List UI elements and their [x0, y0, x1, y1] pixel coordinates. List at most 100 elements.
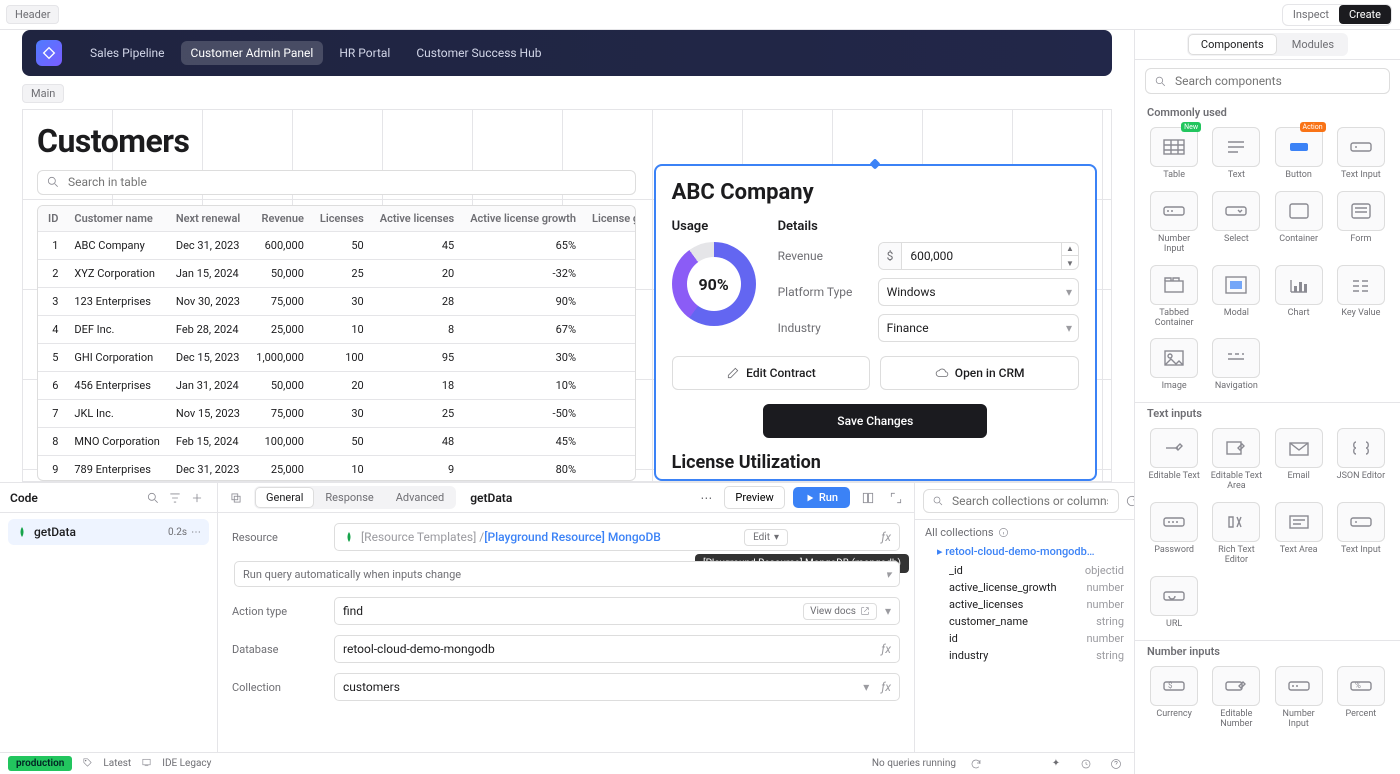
component-tile[interactable]: Modal	[1209, 265, 1263, 329]
table-row[interactable]: 3123 EnterprisesNov 30, 202375,000302890…	[38, 287, 636, 315]
component-tile[interactable]: Navigation	[1209, 338, 1263, 392]
preview-button[interactable]: Preview	[724, 486, 784, 509]
refresh-icon[interactable]	[966, 754, 986, 774]
fx-icon[interactable]: ƒx	[875, 642, 891, 656]
inspector-search[interactable]	[1145, 68, 1390, 94]
component-tile[interactable]: Editable Number	[1209, 666, 1263, 730]
component-tile[interactable]: Number Input	[1147, 191, 1201, 255]
component-tile[interactable]: ActionButton	[1272, 127, 1326, 181]
schema-field[interactable]: customer_namestring	[925, 613, 1124, 630]
table-row[interactable]: 9789 EnterprisesDec 31, 202325,00010980%…	[38, 455, 636, 481]
resource-field[interactable]: [Resource Templates] / [Playground Resou…	[334, 523, 900, 551]
fx-icon[interactable]: ƒx	[875, 680, 891, 694]
tab-general[interactable]: General	[256, 488, 313, 507]
schema-field[interactable]: active_license_growthnumber	[925, 579, 1124, 596]
table-col-header[interactable]: License growth	[584, 206, 636, 232]
schema-field[interactable]: industrystring	[925, 647, 1124, 664]
collection-field[interactable]: customers ▾ ƒx	[334, 673, 900, 701]
sparkle-icon[interactable]: ✦	[1046, 754, 1066, 774]
database-field[interactable]: retool-cloud-demo-mongodb ƒx	[334, 635, 900, 663]
table-col-header[interactable]: Active license growth	[462, 206, 584, 232]
component-tile[interactable]: Image	[1147, 338, 1201, 392]
search-icon[interactable]	[143, 488, 163, 508]
component-tile[interactable]: Text Input	[1334, 127, 1388, 181]
component-tile[interactable]: URL	[1147, 576, 1201, 630]
component-tile[interactable]: $Currency	[1147, 666, 1201, 730]
tab-modules[interactable]: Modules	[1280, 35, 1346, 54]
revenue-stepper[interactable]: ▲▼	[1061, 242, 1078, 270]
action-type-field[interactable]: find View docs ▾	[334, 597, 900, 625]
nav-tab[interactable]: Customer Admin Panel	[181, 41, 324, 65]
component-tile[interactable]: Chart	[1272, 265, 1326, 329]
resource-edit-pill[interactable]: Edit ▾	[744, 529, 788, 546]
expand-icon[interactable]	[886, 488, 906, 508]
kebab-icon[interactable]: ⋯	[696, 488, 716, 508]
component-tile[interactable]: JSON Editor	[1334, 428, 1388, 492]
table-col-header[interactable]: Licenses	[312, 206, 372, 232]
component-tile[interactable]: Container	[1272, 191, 1326, 255]
table-row[interactable]: 7JKL Inc.Nov 15, 202375,0003025-50%-30%F…	[38, 399, 636, 427]
kv-industry-field[interactable]: Finance ▾	[878, 314, 1079, 342]
customers-table[interactable]: IDCustomer nameNext renewalRevenueLicens…	[37, 205, 636, 481]
component-tile[interactable]: Number Input	[1272, 666, 1326, 730]
table-col-header[interactable]: Active licenses	[372, 206, 462, 232]
table-col-header[interactable]: ID	[38, 206, 66, 232]
version-latest[interactable]: Latest	[103, 758, 131, 769]
component-tile[interactable]: %Percent	[1334, 666, 1388, 730]
run-button[interactable]: Run	[793, 487, 850, 508]
schema-field[interactable]: active_licensesnumber	[925, 596, 1124, 613]
schema-collection[interactable]: ▸ retool-cloud-demo-mongodb…	[925, 543, 1124, 562]
table-row[interactable]: 1ABC CompanyDec 31, 2023600,000504565%30…	[38, 231, 636, 259]
view-docs-link[interactable]: View docs	[803, 603, 877, 620]
auto-run-field[interactable]: Run query automatically when inputs chan…	[234, 561, 900, 587]
kv-revenue-field[interactable]: $ 600,000 ▲▼	[878, 242, 1079, 270]
schema-field[interactable]: _idobjectid	[925, 562, 1124, 579]
component-tile[interactable]: Editable Text Area	[1209, 428, 1263, 492]
component-tile[interactable]: Editable Text	[1147, 428, 1201, 492]
component-tile[interactable]: NewTable	[1147, 127, 1201, 181]
component-tile[interactable]: Email	[1272, 428, 1326, 492]
panel-layout-icon[interactable]	[858, 488, 878, 508]
schema-field[interactable]: idnumber	[925, 630, 1124, 647]
table-col-header[interactable]: Revenue	[248, 206, 312, 232]
tab-components[interactable]: Components	[1189, 35, 1276, 54]
table-row[interactable]: 2XYZ CorporationJan 15, 202450,0002520-3…	[38, 259, 636, 287]
component-tile[interactable]: Form	[1334, 191, 1388, 255]
table-search-input[interactable]	[66, 174, 627, 190]
tab-response[interactable]: Response	[315, 488, 383, 507]
nav-tab[interactable]: HR Portal	[329, 41, 400, 65]
help-icon[interactable]	[1106, 754, 1126, 774]
kv-platform-field[interactable]: Windows ▾	[878, 278, 1079, 306]
nav-tab[interactable]: Customer Success Hub	[406, 41, 551, 65]
table-col-header[interactable]: Next renewal	[168, 206, 248, 232]
schema-search[interactable]	[923, 489, 1119, 513]
component-tile[interactable]: Text Input	[1334, 502, 1388, 566]
open-in-crm-button[interactable]: Open in CRM	[880, 356, 1079, 390]
component-tile[interactable]: Rich Text Editor	[1209, 502, 1263, 566]
nav-tab[interactable]: Sales Pipeline	[80, 41, 175, 65]
component-tile[interactable]: Password	[1147, 502, 1201, 566]
schema-search-input[interactable]	[950, 493, 1110, 509]
query-list-item[interactable]: getData 0.2s ⋯	[8, 519, 209, 545]
table-row[interactable]: 8MNO CorporationFeb 15, 2024100,00050484…	[38, 427, 636, 455]
schema-all-collections[interactable]: All collections	[925, 526, 1124, 539]
component-tile[interactable]: Text Area	[1272, 502, 1326, 566]
edit-contract-button[interactable]: Edit Contract	[672, 356, 871, 390]
kebab-icon[interactable]: ⋯	[191, 527, 201, 538]
fx-icon[interactable]: ƒx	[875, 530, 891, 544]
table-row[interactable]: 4DEF Inc.Feb 28, 202425,00010867%25%Fina…	[38, 315, 636, 343]
save-changes-button[interactable]: Save Changes	[763, 404, 987, 438]
inspect-tab[interactable]: Inspect	[1283, 5, 1339, 24]
component-tile[interactable]: Select	[1209, 191, 1263, 255]
inspector-search-input[interactable]	[1173, 73, 1381, 89]
table-row[interactable]: 6456 EnterprisesJan 31, 202450,000201810…	[38, 371, 636, 399]
ide-legacy-label[interactable]: IDE Legacy	[162, 758, 211, 769]
table-search[interactable]	[37, 170, 636, 195]
duplicate-icon[interactable]	[226, 488, 246, 508]
plus-icon[interactable]	[187, 488, 207, 508]
tab-advanced[interactable]: Advanced	[386, 488, 454, 507]
table-row[interactable]: 5GHI CorporationDec 15, 20231,000,000100…	[38, 343, 636, 371]
component-tile[interactable]: Tabbed Container	[1147, 265, 1201, 329]
history-icon[interactable]	[1076, 754, 1096, 774]
create-tab[interactable]: Create	[1339, 5, 1391, 24]
